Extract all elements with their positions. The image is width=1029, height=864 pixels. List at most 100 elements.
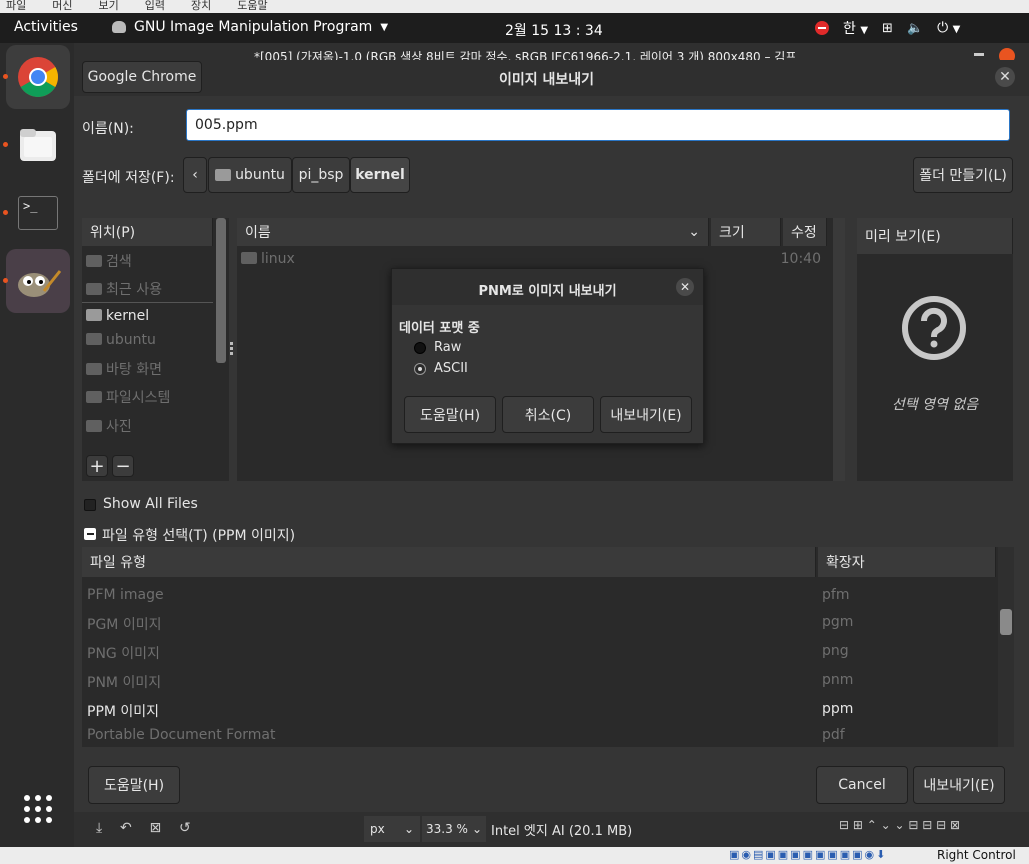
vm-menu-file[interactable]: 파일: [6, 0, 26, 11]
input-method[interactable]: 한 ▼: [843, 18, 868, 38]
clock[interactable]: 2월 15 13 : 34: [505, 20, 603, 40]
raw-option[interactable]: Raw: [414, 340, 461, 355]
place-item[interactable]: 검색: [86, 251, 214, 271]
modified-column-header[interactable]: 수정: [783, 218, 827, 246]
ascii-radio[interactable]: [414, 362, 426, 375]
extension-column-header[interactable]: 확장자: [818, 547, 996, 577]
files-scrollbar[interactable]: [833, 218, 845, 481]
vm-statusbar: ▣◉▤▣▣▣▣▣▣▣▣◉⬇ Right Control: [0, 847, 1029, 864]
name-label: 이름(N):: [82, 121, 134, 137]
zoom-select[interactable]: 33.3 % ⌄: [422, 816, 486, 842]
places-panel: 위치(P) 검색 최근 사용 kernel ubuntu 바탕 화면 파일시스템 사진 + …: [82, 218, 229, 481]
vm-device-icons[interactable]: ▣◉▤▣▣▣▣▣▣▣▣◉⬇: [729, 848, 887, 861]
path-kernel-button[interactable]: kernel: [350, 157, 410, 193]
dock-chrome[interactable]: [6, 45, 70, 109]
place-label: 바탕 화면: [106, 362, 162, 378]
unit-label: px: [370, 822, 385, 836]
gimp-small-icon: [112, 21, 126, 33]
ascii-label: ASCII: [434, 361, 468, 376]
place-item[interactable]: 사진: [86, 416, 214, 436]
recent-icon: [86, 283, 102, 295]
help-button[interactable]: 도움말(H): [88, 766, 180, 804]
export-button[interactable]: 내보내기(E): [913, 766, 1005, 804]
app-menu-label: GNU Image Manipulation Program: [134, 19, 373, 35]
place-label: 최근 사용: [106, 282, 162, 298]
raw-label: Raw: [434, 340, 462, 355]
system-tray[interactable]: 한 ▼ ⊞ 🔈 ⏻ ▼: [815, 18, 960, 38]
folder-icon: [86, 363, 102, 375]
google-chrome-tab[interactable]: Google Chrome: [82, 61, 202, 93]
place-item[interactable]: 최근 사용: [86, 279, 214, 299]
dialog-title: 이미지 내보내기: [499, 72, 595, 88]
volume-icon[interactable]: 🔈: [907, 21, 923, 36]
vm-menu-view[interactable]: 보기: [99, 0, 119, 11]
create-folder-button[interactable]: 폴더 만들기(L): [913, 157, 1013, 193]
network-icon[interactable]: ⊞: [882, 21, 893, 36]
gimp-dock-icons[interactable]: ⊟ ⊞ ⌃ ⌄ ⌄ ⊟ ⊟ ⊟ ⊠: [839, 818, 960, 832]
pane-handle[interactable]: [230, 340, 234, 360]
vm-menu-machine[interactable]: 머신: [52, 0, 72, 11]
dock-gimp[interactable]: [6, 249, 70, 313]
vm-menu-devices[interactable]: 장치: [191, 0, 211, 11]
show-apps-button[interactable]: [6, 777, 70, 841]
place-item[interactable]: kernel: [86, 308, 214, 328]
file-type-row[interactable]: PNG 이미지 png: [82, 643, 996, 663]
raw-radio[interactable]: [414, 341, 426, 354]
app-menu[interactable]: GNU Image Manipulation Program ▼: [112, 19, 388, 35]
file-type-row[interactable]: PPM 이미지 ppm: [82, 701, 996, 721]
file-name-input[interactable]: [186, 109, 1010, 141]
pnm-close-icon[interactable]: ✕: [676, 278, 694, 296]
places-header: 위치(P): [82, 218, 213, 246]
name-column-label: 이름: [245, 225, 271, 241]
file-type-name: PPM 이미지: [87, 704, 160, 720]
cancel-button[interactable]: Cancel: [816, 766, 908, 804]
dialog-close-icon[interactable]: ✕: [995, 67, 1015, 87]
terminal-icon: >_: [18, 196, 58, 230]
pnm-help-button[interactable]: 도움말(H): [404, 396, 496, 433]
chevron-left-icon: ‹: [192, 167, 198, 183]
place-item[interactable]: ubuntu: [86, 332, 214, 352]
minus-icon: −: [115, 455, 131, 477]
file-type-row[interactable]: Portable Document Format pdf: [82, 727, 996, 747]
file-type-name: PGM 이미지: [87, 617, 162, 633]
place-item[interactable]: 파일시스템: [86, 387, 214, 407]
show-all-files-checkbox[interactable]: [84, 499, 96, 511]
place-item[interactable]: 바탕 화면: [86, 359, 214, 379]
places-separator: [82, 302, 213, 303]
file-type-expander[interactable]: [84, 528, 96, 540]
folder-icon: [86, 309, 102, 321]
running-dot: [3, 142, 8, 147]
dock-files[interactable]: [6, 113, 70, 177]
running-dot: [3, 278, 8, 283]
pnm-cancel-button[interactable]: 취소(C): [502, 396, 594, 433]
size-column-header[interactable]: 크기: [711, 218, 781, 246]
minimize-icon[interactable]: [974, 53, 984, 56]
dock-terminal[interactable]: >_: [6, 181, 70, 245]
gimp-toolbar-icons[interactable]: ⤓ ↶ ⊠ ↺: [96, 820, 191, 836]
file-type-expander-label: 파일 유형 선택(T) (PPM 이미지): [102, 528, 296, 544]
file-type-column-header[interactable]: 파일 유형: [82, 547, 816, 577]
power-icon[interactable]: ⏻ ▼: [937, 20, 960, 36]
remove-place-button[interactable]: −: [112, 455, 134, 477]
file-type-row[interactable]: PGM 이미지 pgm: [82, 614, 996, 634]
path-back-button[interactable]: ‹: [183, 157, 207, 193]
path-pi-bsp-button[interactable]: pi_bsp: [292, 157, 350, 193]
path-ubuntu-button[interactable]: ubuntu: [208, 157, 292, 193]
vm-menu-input[interactable]: 입력: [145, 0, 165, 11]
pnm-export-button[interactable]: 내보내기(E): [600, 396, 692, 433]
file-type-row[interactable]: PNM 이미지 pnm: [82, 672, 996, 692]
vm-menu-help[interactable]: 도움말: [237, 0, 267, 11]
name-column-header[interactable]: 이름 ⌄: [237, 218, 709, 246]
activities-button[interactable]: Activities: [14, 19, 78, 35]
chrome-icon: [18, 57, 58, 97]
add-place-button[interactable]: +: [86, 455, 108, 477]
unit-select[interactable]: px ⌄: [364, 816, 420, 842]
places-scrollbar[interactable]: [216, 218, 226, 363]
file-type-row[interactable]: PFM image pfm: [82, 587, 996, 607]
ascii-option[interactable]: ASCII: [414, 361, 468, 376]
chevron-down-icon: ⌄: [403, 822, 414, 836]
no-entry-icon[interactable]: [815, 21, 829, 35]
types-scrollbar[interactable]: [998, 547, 1014, 747]
folder-icon: [241, 252, 257, 264]
folder-icon: [215, 169, 232, 181]
